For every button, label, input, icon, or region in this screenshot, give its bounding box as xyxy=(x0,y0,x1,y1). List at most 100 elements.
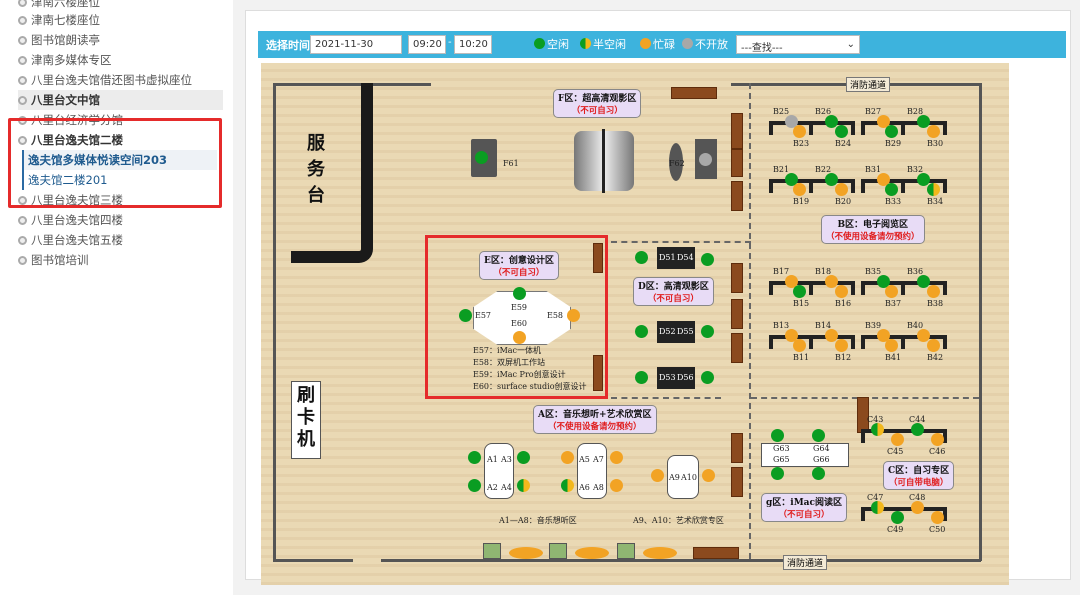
sidebar-item[interactable]: 津南七楼座位 xyxy=(18,10,100,30)
highlight-box xyxy=(8,118,222,208)
seat-b11[interactable] xyxy=(793,339,806,352)
seat-b12[interactable] xyxy=(835,339,848,352)
seat-b23[interactable] xyxy=(793,125,806,138)
seat-d53[interactable] xyxy=(635,371,648,384)
seat-label: A7 xyxy=(593,455,604,464)
seat-label: B31 xyxy=(865,165,882,174)
seat-label: G66 xyxy=(813,455,830,464)
seat-c50[interactable] xyxy=(931,511,944,524)
divider xyxy=(749,83,751,559)
seat-b41[interactable] xyxy=(885,339,898,352)
divider xyxy=(611,241,751,243)
seat-c44[interactable] xyxy=(911,423,924,436)
seat-a9[interactable] xyxy=(651,469,664,482)
desk xyxy=(861,281,865,295)
seat-g64[interactable] xyxy=(812,429,825,442)
seat-label: C49 xyxy=(887,525,904,534)
desk xyxy=(769,179,773,193)
seat-b24[interactable] xyxy=(835,125,848,138)
radio-icon xyxy=(18,96,27,105)
seat-d56[interactable] xyxy=(701,371,714,384)
seat-a3[interactable] xyxy=(517,451,530,464)
sidebar-item[interactable]: 八里台逸夫馆四楼 xyxy=(18,210,123,230)
seat-label: A8 xyxy=(593,483,604,492)
desk xyxy=(851,281,855,295)
seat-c47[interactable] xyxy=(871,501,884,514)
seat-c45[interactable] xyxy=(891,433,904,446)
seat-b30[interactable] xyxy=(927,125,940,138)
seat-c43[interactable] xyxy=(871,423,884,436)
find-select[interactable]: ---查找--- ⌄ xyxy=(736,35,860,54)
seat-label: A2 xyxy=(487,483,498,492)
seat-d51[interactable] xyxy=(635,251,648,264)
zone-b-title: B区：电子阅览区 （不使用设备请勿预约） xyxy=(821,215,925,244)
sidebar-item[interactable]: 八里台逸夫馆五楼 xyxy=(18,230,123,250)
seat-c46[interactable] xyxy=(931,433,944,446)
table xyxy=(643,547,677,559)
radio-icon xyxy=(18,76,27,85)
seat-a1[interactable] xyxy=(468,451,481,464)
seat-b34[interactable] xyxy=(927,183,940,196)
seat-b19[interactable] xyxy=(793,183,806,196)
seat-a2[interactable] xyxy=(468,479,481,492)
seat-b16[interactable] xyxy=(835,285,848,298)
sidebar-item[interactable]: 八里台逸夫馆借还图书虚拟座位 xyxy=(18,70,192,90)
desk xyxy=(943,281,947,295)
seat-a7[interactable] xyxy=(610,451,623,464)
desk xyxy=(851,121,855,135)
seat-b29[interactable] xyxy=(885,125,898,138)
seat-label: B24 xyxy=(835,139,852,148)
half-dot-icon xyxy=(580,38,591,49)
seat-label: B19 xyxy=(793,197,810,206)
desk xyxy=(861,429,865,443)
seat-b15[interactable] xyxy=(793,285,806,298)
seat-b20[interactable] xyxy=(835,183,848,196)
start-time-input[interactable]: 09:20 xyxy=(408,35,446,54)
seat-g63[interactable] xyxy=(771,429,784,442)
date-input[interactable]: 2021-11-30 xyxy=(310,35,402,54)
seat-d55[interactable] xyxy=(701,325,714,338)
seat-b33[interactable] xyxy=(885,183,898,196)
seat-label: D53 xyxy=(659,373,676,382)
legend-closed: 不开放 xyxy=(682,36,728,54)
desk xyxy=(943,335,947,349)
seat-label: A5 xyxy=(579,455,590,464)
screen-divider xyxy=(602,129,605,193)
seat-a10[interactable] xyxy=(702,469,715,482)
seat-label: D51 xyxy=(659,253,676,262)
seat-b42[interactable] xyxy=(927,339,940,352)
seat-d52[interactable] xyxy=(635,325,648,338)
time-toolbar: 选择时间: 2021-11-30 09:20 - 10:20 空闲 半空闲 忙碌… xyxy=(258,31,1066,58)
sidebar-item[interactable]: 图书馆朗读亭 xyxy=(18,30,100,50)
table xyxy=(509,547,543,559)
seat-label: B23 xyxy=(793,139,810,148)
legend-busy: 忙碌 xyxy=(640,36,675,54)
seat-label: D54 xyxy=(677,253,694,262)
legend-free: 空闲 xyxy=(534,36,569,54)
seat-label: B33 xyxy=(885,197,902,206)
divider xyxy=(611,397,721,399)
seat-c48[interactable] xyxy=(911,501,924,514)
sidebar-item[interactable]: 图书馆培训 xyxy=(18,250,89,270)
sidebar-item[interactable]: 津南多媒体专区 xyxy=(18,50,112,70)
seat-b37[interactable] xyxy=(885,285,898,298)
seat-g65[interactable] xyxy=(771,467,784,480)
seat-c49[interactable] xyxy=(891,511,904,524)
fire-exit-top: 消防通道 xyxy=(846,77,891,92)
seat-a6[interactable] xyxy=(561,479,574,492)
zone-g-title: g区：iMac阅读区 （不可自习） xyxy=(761,493,847,522)
seat-a4[interactable] xyxy=(517,479,530,492)
seat-a8[interactable] xyxy=(610,479,623,492)
sidebar-item[interactable]: 八里台文中馆 xyxy=(18,90,223,110)
seat-f61[interactable] xyxy=(475,151,488,164)
fire-exit-bottom: 消防通道 xyxy=(783,555,828,570)
seat-f62[interactable] xyxy=(699,153,712,166)
seat-b38[interactable] xyxy=(927,285,940,298)
seat-a5[interactable] xyxy=(561,451,574,464)
seat-g66[interactable] xyxy=(812,467,825,480)
time-label: 选择时间: xyxy=(266,39,315,52)
end-time-input[interactable]: 10:20 xyxy=(454,35,492,54)
seat-label: B13 xyxy=(773,321,790,330)
floor-map: 服务台 刷卡机 消防通道 消防通道 F区：超高清观影区 （不可自习） F61 F6… xyxy=(261,63,1009,585)
seat-d54[interactable] xyxy=(701,253,714,266)
